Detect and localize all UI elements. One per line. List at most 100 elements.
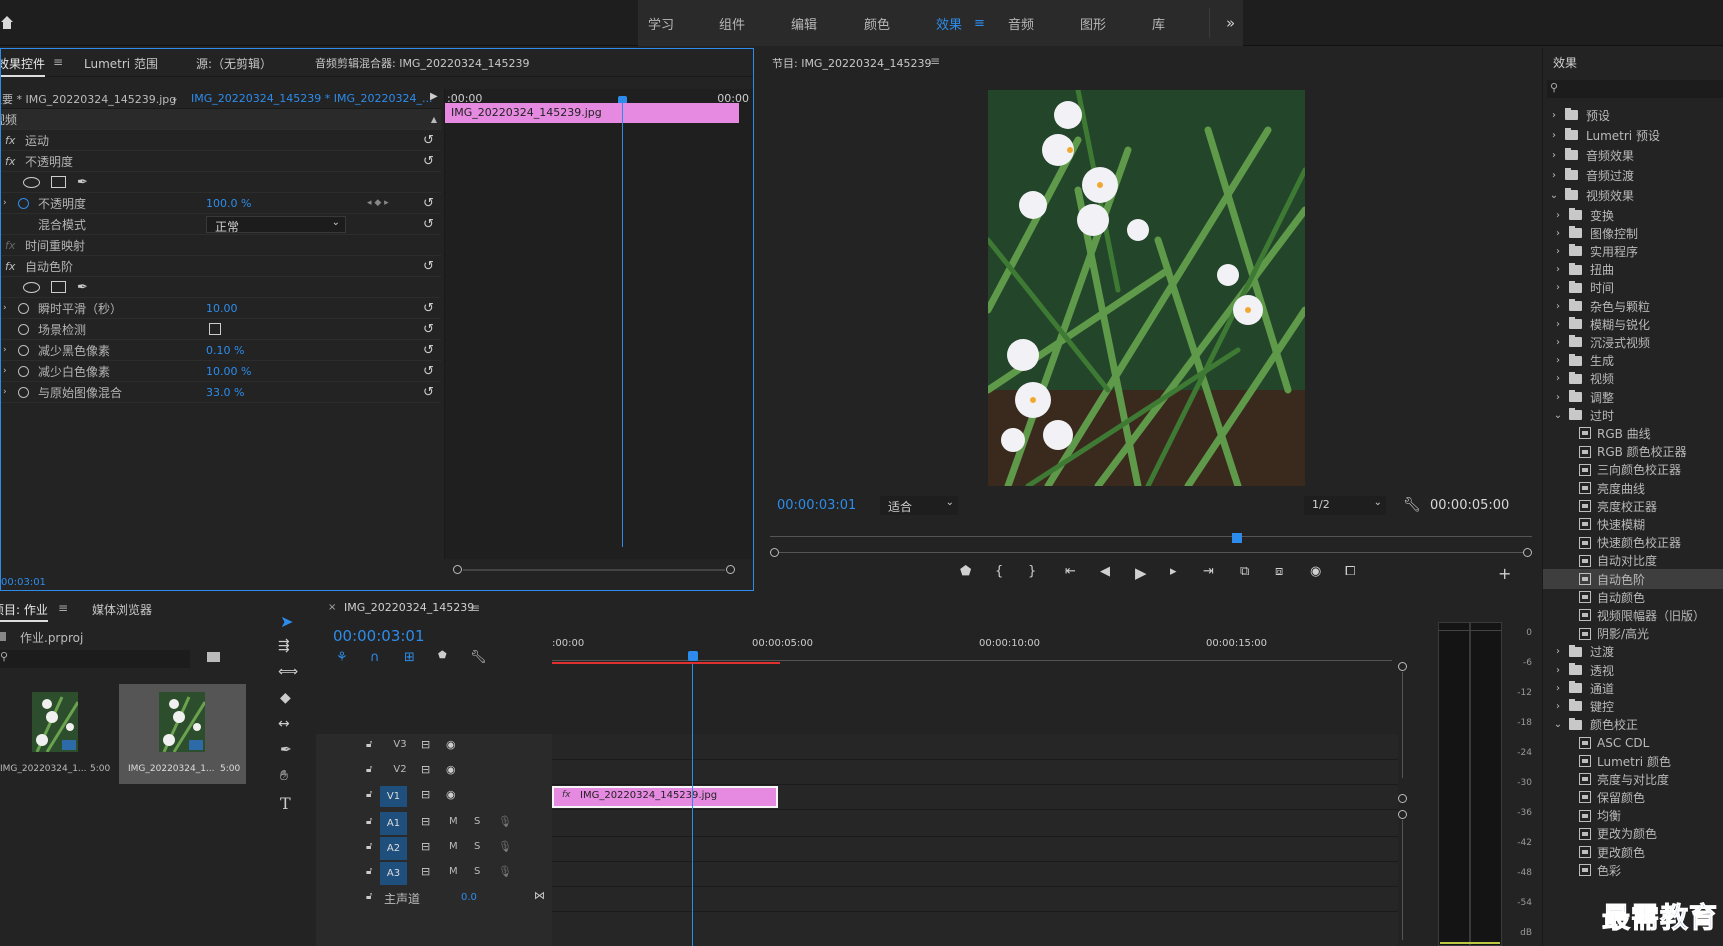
program-title[interactable]: 节目: IMG_20220324_145239 — [772, 55, 931, 71]
tree-folder[interactable]: › 模糊与锐化 — [1543, 314, 1723, 334]
tree-item-lumetri-presets[interactable]: › Lumetri 预设 — [1543, 125, 1723, 145]
track-label-v3[interactable]: V3 — [389, 739, 411, 757]
chevron-right-icon[interactable]: › — [1553, 392, 1563, 403]
timeline-timecode[interactable]: 00:00:03:01 — [333, 627, 425, 645]
track-label-a3[interactable]: A3 — [380, 862, 407, 885]
timeline-clip-v1[interactable]: fx IMG_20220324_145239.jpg — [552, 786, 778, 808]
tree-effect[interactable]: 均衡 — [1543, 806, 1723, 826]
opacity-value[interactable]: 100.0 % — [206, 197, 251, 210]
program-preview-image[interactable] — [988, 90, 1305, 486]
solo-button[interactable]: S — [474, 816, 480, 827]
step-back-icon[interactable]: ◀︎ — [1100, 564, 1110, 579]
stopwatch-icon[interactable] — [18, 365, 29, 377]
menu-audio[interactable]: 音频 — [1008, 14, 1034, 33]
mic-icon[interactable]: 🎙︎ — [498, 840, 512, 853]
chevron-right-icon[interactable]: › — [1553, 282, 1563, 293]
master-value[interactable]: 0.0 — [461, 892, 477, 903]
go-to-out-icon[interactable]: ⇥ — [1203, 564, 1214, 579]
chevron-right-icon[interactable]: › — [1553, 646, 1563, 657]
sync-lock-icon[interactable]: ⊟ — [421, 815, 430, 828]
tree-folder[interactable]: ⌄ 过时 — [1543, 405, 1723, 425]
timeline-v-scrollbar[interactable] — [1398, 662, 1410, 946]
tree-folder[interactable]: › 通道 — [1543, 678, 1723, 698]
tree-item-video-effects[interactable]: ⌄ 视频效果 — [1543, 185, 1723, 205]
tree-folder[interactable]: › 调整 — [1543, 387, 1723, 407]
home-icon[interactable] — [0, 14, 14, 30]
expand-arrow-icon[interactable]: › — [3, 366, 7, 376]
lock-icon[interactable]: 🔓︎ — [366, 866, 372, 877]
nest-icon[interactable]: ⊞ — [404, 650, 415, 665]
add-marker-icon[interactable]: ⬟ — [960, 564, 971, 579]
project-item-2[interactable]: IMG_20220324_1... 5:00 — [119, 684, 246, 784]
timeline-playhead-marker[interactable] — [688, 651, 698, 661]
opacity-label[interactable]: 不透明度 — [25, 153, 73, 170]
solo-button[interactable]: S — [474, 841, 480, 852]
play-only-icon[interactable]: ▶ — [430, 91, 438, 102]
reset-icon[interactable]: ↺ — [423, 196, 434, 211]
mark-out-icon[interactable]: } — [1028, 564, 1036, 579]
tree-effect[interactable]: RGB 曲线 — [1543, 423, 1723, 443]
tree-effect[interactable]: 更改为颜色 — [1543, 824, 1723, 844]
go-to-in-icon[interactable]: ⇤ — [1065, 564, 1076, 579]
motion-label[interactable]: 运动 — [25, 132, 49, 149]
menu-edit[interactable]: 编辑 — [791, 14, 817, 33]
tab-project[interactable]: 项目: 作业 — [0, 601, 48, 622]
eye-icon[interactable]: ◉ — [446, 788, 456, 801]
ec-scrollbar[interactable] — [453, 565, 735, 575]
tree-effect[interactable]: 亮度曲线 — [1543, 478, 1723, 498]
tree-folder[interactable]: › 视频 — [1543, 369, 1723, 389]
add-button-icon[interactable]: + — [1498, 564, 1511, 583]
chevron-down-icon[interactable]: ⌄ — [1553, 719, 1563, 730]
wrench-icon[interactable]: 🔧︎ — [1403, 497, 1421, 513]
pen-mask-icon[interactable]: ✒ — [77, 280, 88, 295]
new-bin-icon[interactable] — [207, 652, 220, 662]
panel-menu-icon[interactable]: ≡ — [930, 54, 940, 68]
white-clip-value[interactable]: 10.00 % — [206, 365, 251, 378]
selection-tool-icon[interactable]: ➤ — [280, 612, 293, 631]
chevron-right-icon[interactable]: › — [1553, 337, 1563, 348]
reset-icon[interactable]: ↺ — [423, 217, 434, 232]
tree-effect[interactable]: ASC CDL — [1543, 733, 1723, 753]
stopwatch-icon[interactable] — [18, 323, 29, 335]
lock-icon[interactable]: 🔓︎ — [366, 891, 372, 902]
play-icon[interactable]: ▶︎ — [1135, 564, 1147, 582]
blend-mode-select[interactable]: 正常 ⌄ — [206, 216, 346, 234]
chevron-right-icon[interactable]: › — [1553, 228, 1563, 239]
program-playhead-icon[interactable] — [1232, 533, 1242, 543]
reset-icon[interactable]: ↺ — [423, 133, 434, 148]
expand-arrow-icon[interactable]: › — [3, 345, 7, 355]
tab-media-browser[interactable]: 媒体浏览器 — [92, 601, 152, 618]
tree-folder[interactable]: › 扭曲 — [1543, 260, 1723, 280]
tree-folder[interactable]: › 生成 — [1543, 351, 1723, 371]
razor-tool-icon[interactable]: ◆ — [280, 690, 291, 706]
chevron-right-icon[interactable]: › — [1553, 319, 1563, 330]
project-item-1[interactable]: IMG_20220324_1... 5:00 — [0, 684, 116, 784]
ec-timecode[interactable]: 00:03:01 — [1, 577, 46, 588]
mic-icon[interactable]: 🎙︎ — [498, 865, 512, 878]
stopwatch-icon[interactable] — [18, 197, 29, 209]
ec-clip-bar[interactable]: IMG_20220324_145239.jpg — [445, 103, 739, 123]
program-timecode[interactable]: 00:00:03:01 — [777, 498, 856, 513]
rect-mask-icon[interactable] — [51, 176, 66, 188]
camera-icon[interactable]: ◉ — [1310, 564, 1321, 579]
sync-lock-icon[interactable]: ⊟ — [421, 763, 430, 776]
tree-effect[interactable]: 亮度校正器 — [1543, 496, 1723, 516]
workspace-menu-icon[interactable]: ≡ — [974, 16, 985, 31]
tree-effect[interactable]: 三向颜色校正器 — [1543, 460, 1723, 480]
step-forward-icon[interactable]: ▸ — [1170, 564, 1177, 579]
sync-lock-icon[interactable]: ⊟ — [421, 738, 430, 751]
menu-color[interactable]: 颜色 — [864, 14, 890, 33]
temporal-smoothing-value[interactable]: 10.00 — [206, 302, 238, 315]
scroll-up-icon[interactable]: ▲ — [431, 115, 437, 124]
sequence-clip-label[interactable]: IMG_20220324_145239 * IMG_20220324_... — [191, 92, 432, 105]
wrench-icon[interactable]: 🔧︎ — [470, 650, 487, 665]
reset-icon[interactable]: ↺ — [423, 364, 434, 379]
tree-effect[interactable]: 更改颜色 — [1543, 842, 1723, 862]
pen-mask-icon[interactable]: ✒ — [77, 175, 88, 190]
resolution-select[interactable]: 1/2 ⌄ — [1304, 496, 1386, 515]
tree-effect[interactable]: 快速颜色校正器 — [1543, 533, 1723, 553]
reset-icon[interactable]: ↺ — [423, 385, 434, 400]
eye-icon[interactable]: ◉ — [446, 738, 456, 751]
tree-effect[interactable]: 自动对比度 — [1543, 551, 1723, 571]
stopwatch-icon[interactable] — [18, 386, 29, 398]
